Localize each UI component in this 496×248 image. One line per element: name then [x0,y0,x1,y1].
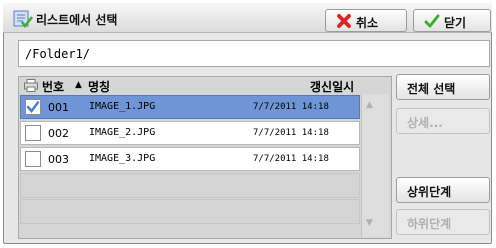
upper-level-button[interactable]: 상위단계 [396,177,490,203]
dialog-title: 리스트에서 선택 [36,13,118,27]
select-all-label: 전체 선택 [407,82,456,96]
column-header-name[interactable]: 명칭 [88,78,110,95]
close-label: 닫기 [444,16,467,30]
row-filename: IMAGE_2.JPG [89,127,156,138]
row-date: 7/7/2011 14:18 [253,128,329,138]
select-all-button[interactable]: 전체 선택 [396,74,490,100]
list-scrollbar[interactable] [361,94,389,237]
list-select-icon [13,10,33,28]
column-header-number[interactable]: 번호 [42,78,64,95]
cancel-button[interactable]: 취소 [325,9,407,32]
close-button[interactable]: 닫기 [413,9,491,32]
printer-icon [24,79,38,92]
column-header-date[interactable]: 갱신일시 [310,78,354,95]
row-checkbox[interactable] [25,99,41,115]
checkmark-icon [26,101,40,113]
row-date: 7/7/2011 14:18 [253,102,329,112]
file-row-3[interactable]: 003 IMAGE_3.JPG 7/7/2011 14:18 [20,147,360,171]
folder-path-text: /Folder1/ [25,47,91,61]
empty-row [20,199,360,224]
cancel-label: 취소 [356,16,379,30]
row-filename: IMAGE_3.JPG [89,153,156,164]
row-date: 7/7/2011 14:18 [253,154,329,164]
row-filename: IMAGE_1.JPG [89,101,156,112]
folder-path-field: /Folder1/ [18,40,490,67]
sort-ascending-icon: ▲ [75,80,82,90]
empty-row [20,173,360,198]
lower-level-label: 하위단계 [407,217,452,231]
cancel-x-icon [337,14,351,28]
row-number: 002 [48,127,69,140]
row-number: 003 [48,153,69,166]
file-row-2[interactable]: 002 IMAGE_2.JPG 7/7/2011 14:18 [20,121,360,145]
lower-level-button[interactable]: 하위단계 [396,209,490,235]
details-label: 상세... [407,116,443,130]
scroll-down-button[interactable]: ▼ [366,218,373,228]
upper-level-label: 상위단계 [407,185,452,199]
list-header: 번호 ▲ 명칭 갱신일시 [20,78,390,94]
details-button[interactable]: 상세... [396,108,490,134]
row-number: 001 [48,101,69,114]
title-bar: 리스트에서 선택 취소 닫기 [3,3,492,33]
file-row-1[interactable]: 001 IMAGE_1.JPG 7/7/2011 14:18 [20,95,360,119]
row-checkbox[interactable] [25,151,41,167]
check-icon [424,14,440,28]
row-checkbox[interactable] [25,125,41,141]
scroll-up-button[interactable]: ▲ [366,100,373,110]
